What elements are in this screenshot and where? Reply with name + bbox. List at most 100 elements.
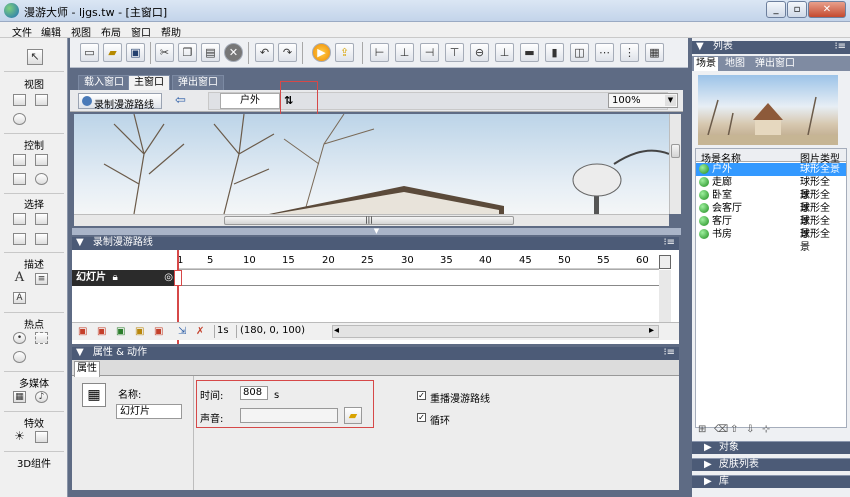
align-right-icon[interactable]: ⊣ <box>420 43 439 62</box>
tab-load-window[interactable]: 载入窗口 <box>78 75 130 90</box>
control-panel-icon[interactable] <box>35 154 48 166</box>
delete-icon[interactable]: ✕ <box>224 43 243 62</box>
browse-folder-icon[interactable]: ▰ <box>344 407 362 424</box>
collapse-icon[interactable]: ▼ <box>76 237 84 248</box>
pointer-tool-icon[interactable]: ↖ <box>27 49 43 65</box>
tab-map[interactable]: 地图 <box>722 57 748 71</box>
align-center-icon[interactable]: ⊥ <box>395 43 414 62</box>
select-combo-icon[interactable] <box>35 213 48 225</box>
panorama-viewport[interactable] <box>74 114 669 214</box>
compass-icon[interactable] <box>35 173 48 185</box>
preview-play-icon[interactable]: ▶ <box>312 43 331 62</box>
undo-icon[interactable]: ↶ <box>255 43 274 62</box>
track-slideshow[interactable]: 幻灯片 🔒︎ ◎ <box>72 270 177 286</box>
name-input[interactable]: 幻灯片 <box>116 404 182 419</box>
new-file-icon[interactable]: ▭ <box>80 43 99 62</box>
scene-options-icon[interactable]: ⊹ <box>762 424 770 435</box>
open-folder-icon[interactable]: ▰ <box>103 43 122 62</box>
properties-collapse-icon[interactable]: ▼ <box>76 347 84 358</box>
redo-icon[interactable]: ↷ <box>278 43 297 62</box>
control-bar-icon[interactable] <box>13 154 26 166</box>
copy-frame-icon[interactable]: ▣ <box>154 326 163 337</box>
menu-edit[interactable]: 编辑 <box>41 24 61 39</box>
tab-scenes[interactable]: 场景 <box>694 57 718 71</box>
align-middle-icon[interactable]: ⊖ <box>470 43 489 62</box>
music-icon[interactable]: ♪ <box>35 391 48 403</box>
add-keyframe-icon[interactable]: ▣ <box>78 326 87 337</box>
save-icon[interactable]: ▣ <box>126 43 145 62</box>
paste-icon[interactable]: ▤ <box>201 43 220 62</box>
zoom-select[interactable]: 100% ▼ <box>608 93 678 108</box>
viewport-vertical-scrollbar[interactable] <box>669 114 681 214</box>
menu-window[interactable]: 窗口 <box>131 24 151 39</box>
menu-view[interactable]: 视图 <box>71 24 91 39</box>
scene-row[interactable]: 书房 球形全景 <box>696 228 836 253</box>
tab-popup[interactable]: 弹出窗口 <box>752 57 798 71</box>
scene-preview-thumbnail[interactable] <box>698 75 838 145</box>
chevron-down-icon[interactable]: ▼ <box>665 95 676 106</box>
properties-menu-icon[interactable]: ⁝≡ <box>663 347 675 359</box>
sound-input[interactable] <box>240 408 338 423</box>
scroll-right-icon[interactable]: ▸ <box>649 325 654 336</box>
view-image-icon[interactable] <box>35 94 48 106</box>
same-height-icon[interactable]: ▮ <box>545 43 564 62</box>
select-thumb-icon[interactable] <box>13 233 26 245</box>
lock-icon[interactable]: 🔒︎ <box>112 272 117 283</box>
tab-main-window[interactable]: 主窗口 <box>128 75 170 90</box>
time-input[interactable]: 808 <box>240 386 268 400</box>
select-list-icon[interactable] <box>13 213 26 225</box>
tab-popup-window[interactable]: 弹出窗口 <box>172 75 224 90</box>
splitter-handle[interactable]: ▼ <box>72 228 681 235</box>
scene-row[interactable]: 客厅 球形全景 <box>696 215 836 240</box>
text-frame-icon[interactable]: A <box>13 292 26 304</box>
minimize-button[interactable]: _ <box>766 1 786 18</box>
scene-row[interactable]: 会客厅 球形全景 <box>696 202 836 227</box>
insert-frame-icon[interactable]: ▣ <box>116 326 125 337</box>
viewport-horizontal-scrollbar[interactable]: ||| <box>74 214 669 226</box>
record-route-button[interactable]: 录制漫游路线 <box>78 93 162 111</box>
copy-icon[interactable]: ❐ <box>178 43 197 62</box>
track-frames[interactable] <box>177 270 659 286</box>
delete-keyframe-icon[interactable]: ▣ <box>97 326 106 337</box>
space-horizontal-icon[interactable]: ⋯ <box>595 43 614 62</box>
text-box-icon[interactable]: ≡ <box>35 273 48 285</box>
visibility-icon[interactable]: ◎ <box>164 270 173 286</box>
delete-scene-icon[interactable]: ⌫ <box>714 424 728 435</box>
section-skins[interactable]: ▶ 皮肤列表 <box>692 458 850 471</box>
scene-row[interactable]: 走廊 球形全景 <box>696 176 836 201</box>
text-tool-icon[interactable]: A <box>13 271 26 285</box>
align-bottom-icon[interactable]: ⊥ <box>495 43 514 62</box>
globe-icon[interactable] <box>13 113 26 125</box>
scroll-left-icon[interactable]: ◂ <box>334 325 339 336</box>
timeline-end-marker[interactable] <box>659 255 671 269</box>
loop-checkbox[interactable]: ✓ <box>417 413 426 422</box>
back-arrow-icon[interactable]: ⇦ <box>175 93 186 108</box>
scene-tab-outdoor[interactable]: 户外 <box>220 93 280 109</box>
keyframe-marker[interactable] <box>174 270 182 286</box>
sun-effect-icon[interactable]: ☀ <box>13 430 26 443</box>
space-vertical-icon[interactable]: ⋮ <box>620 43 639 62</box>
list-collapse-icon[interactable]: ▼ <box>696 41 704 52</box>
scene-row[interactable]: 户外 球形全景 <box>696 163 846 176</box>
align-top-icon[interactable]: ⊤ <box>445 43 464 62</box>
cut-icon[interactable]: ✂ <box>155 43 174 62</box>
remove-frame-icon[interactable]: ▣ <box>135 326 144 337</box>
align-left-icon[interactable]: ⊢ <box>370 43 389 62</box>
select-edit-icon[interactable] <box>35 233 48 245</box>
scene-row[interactable]: 卧室 球形全景 <box>696 189 836 214</box>
grid-icon[interactable]: ▦ <box>645 43 664 62</box>
restore-button[interactable]: ▫ <box>787 1 807 18</box>
panel-menu-icon[interactable]: ⁝≡ <box>663 237 675 249</box>
same-width-icon[interactable]: ▬ <box>520 43 539 62</box>
publish-icon[interactable]: ⇪ <box>335 43 354 62</box>
hotspot-polygon-icon[interactable] <box>13 351 26 363</box>
effect-layer-icon[interactable] <box>35 431 48 443</box>
replay-checkbox[interactable]: ✓ <box>417 391 426 400</box>
move-down-icon[interactable]: ⇩ <box>746 424 754 435</box>
menu-file[interactable]: 文件 <box>12 24 32 39</box>
menu-layout[interactable]: 布局 <box>101 24 121 39</box>
tab-properties[interactable]: 属性 <box>74 361 100 377</box>
add-scene-icon[interactable]: ⊞ <box>698 424 706 435</box>
menu-help[interactable]: 帮助 <box>161 24 181 39</box>
remove-track-icon[interactable]: ✗ <box>196 326 204 337</box>
